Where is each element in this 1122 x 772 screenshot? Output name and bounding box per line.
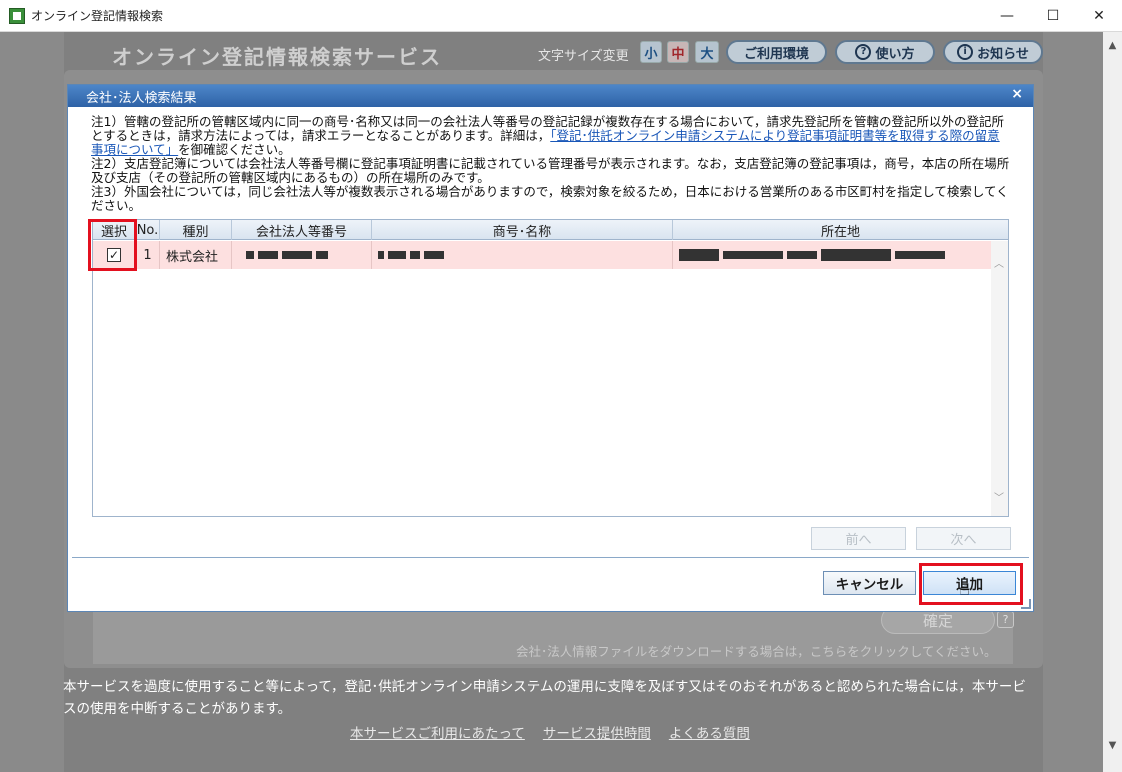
service-title: オンライン登記情報検索サービス: [112, 45, 442, 69]
footer-notice: 本サービスを過度に使用すること等によって，登記･供託オンライン申請システムの運用…: [63, 679, 1026, 717]
note-1-suffix: を御確認ください。: [178, 142, 291, 157]
font-size-large-button[interactable]: 大: [695, 41, 719, 63]
page-margin-right: [1043, 32, 1103, 772]
table-scrollbar[interactable]: ︿ ﹀: [991, 241, 1008, 516]
footer-link-faq[interactable]: よくある質問: [669, 722, 750, 742]
note-1: 注1）管轄の登記所の管轄区域内に同一の商号･名称又は同一の会社法人等番号の登記記…: [91, 115, 1011, 157]
footer-links: 本サービスご利用にあたって サービス提供時間 よくある質問: [350, 722, 750, 742]
confirm-help-icon[interactable]: ?: [997, 611, 1014, 628]
header-type: 種別: [160, 220, 232, 240]
cancel-button[interactable]: キャンセル: [823, 571, 916, 595]
highlight-select-column: [88, 219, 137, 271]
news-label: お知らせ: [977, 46, 1029, 62]
window-controls: — ☐ ✕: [984, 0, 1122, 32]
page-margin-left: [0, 32, 64, 772]
scroll-down-arrow-icon[interactable]: ▼: [1103, 740, 1122, 754]
prev-page-button[interactable]: 前へ: [811, 527, 906, 550]
header-corp-number: 会社法人等番号: [232, 220, 372, 240]
environment-label: ご利用環境: [743, 46, 809, 62]
table-header: 選択 No. 種別 会社法人等番号 商号･名称 所在地: [93, 220, 1008, 240]
note-3: 注3）外国会社については，同じ会社法人等が複数表示される場合がありますので，検索…: [91, 184, 1009, 213]
font-size-label: 文字サイズ変更: [538, 49, 629, 64]
note-2: 注2）支店登記簿については会社法人等番号欄に登記事項証明書に記載されている管理番…: [91, 156, 1010, 185]
table-row[interactable]: ✓ 1 株式会社: [93, 241, 991, 269]
row-type: 株式会社: [160, 241, 232, 269]
download-note[interactable]: 会社･法人情報ファイルをダウンロードする場合は，こちらをクリックしてください。: [516, 641, 997, 660]
header-no: No.: [136, 220, 160, 240]
footer-link-hours[interactable]: サービス提供時間: [543, 722, 651, 742]
window-titlebar: オンライン登記情報検索 — ☐ ✕: [0, 0, 1122, 32]
highlight-add-button: [919, 563, 1023, 605]
environment-button[interactable]: ご利用環境: [726, 40, 827, 64]
search-results-dialog: 会社･法人検索結果 × 注1）管轄の登記所の管轄区域内に同一の商号･名称又は同一…: [67, 84, 1034, 612]
page-scrollbar[interactable]: [1103, 32, 1122, 772]
row-corp-number-redacted: [232, 241, 372, 269]
dialog-title: 会社･法人検索結果: [86, 90, 197, 106]
minimize-button[interactable]: —: [984, 0, 1030, 32]
close-window-button[interactable]: ✕: [1076, 0, 1122, 32]
header-address: 所在地: [820, 224, 860, 240]
dialog-separator: [72, 557, 1029, 558]
window-title: オンライン登記情報検索: [31, 9, 164, 23]
mouse-cursor-icon: ☝: [959, 579, 970, 600]
row-trade-name-redacted: [372, 241, 673, 269]
font-size-medium-button[interactable]: 中: [667, 41, 689, 63]
dialog-notes: 注1）管轄の登記所の管轄区域内に同一の商号･名称又は同一の会社法人等番号の登記記…: [91, 115, 1011, 213]
chevron-down-icon[interactable]: ﹀: [994, 489, 1004, 504]
info-icon: i: [957, 44, 974, 60]
help-label: 使い方: [875, 46, 915, 62]
news-button[interactable]: i お知らせ: [943, 40, 1043, 64]
app-icon: [9, 7, 25, 24]
header-trade-name: 商号･名称: [372, 220, 673, 240]
question-icon: ?: [855, 44, 872, 60]
row-no: 1: [136, 241, 160, 269]
scroll-up-arrow-icon[interactable]: ▲: [1103, 40, 1122, 54]
row-address-redacted: [673, 241, 991, 269]
dialog-close-icon[interactable]: ×: [1011, 86, 1023, 102]
results-table: 選択 No. 種別 会社法人等番号 商号･名称 所在地 ✓ 1 株式会社 ︿ ﹀: [92, 219, 1009, 517]
footer-link-terms[interactable]: 本サービスご利用にあたって: [350, 722, 525, 742]
maximize-button[interactable]: ☐: [1030, 0, 1076, 32]
font-size-small-button[interactable]: 小: [640, 41, 662, 63]
chevron-up-icon[interactable]: ︿: [994, 255, 1004, 270]
dialog-header: 会社･法人検索結果 ×: [68, 85, 1033, 107]
next-page-button[interactable]: 次へ: [916, 527, 1011, 550]
help-button[interactable]: ? 使い方: [835, 40, 935, 64]
